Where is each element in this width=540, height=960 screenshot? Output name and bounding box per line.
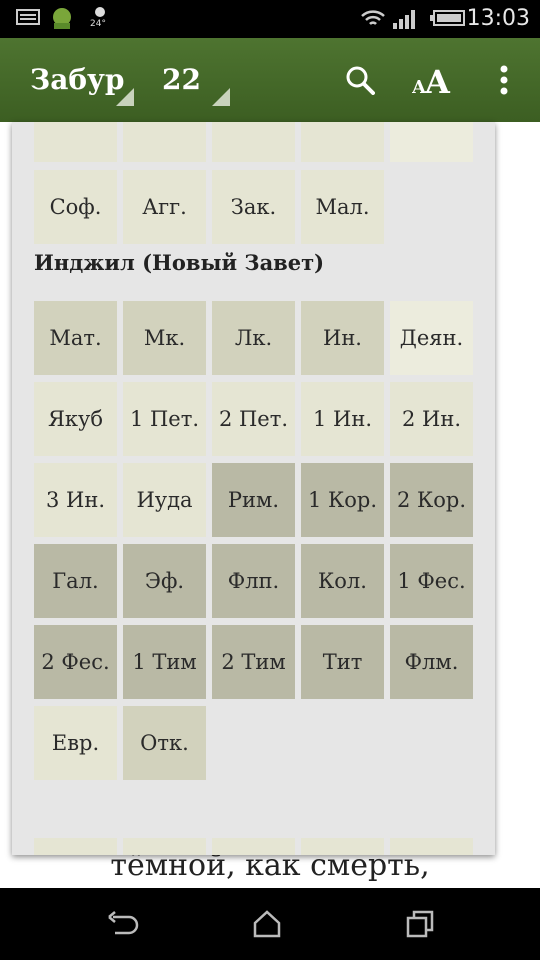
book-cell[interactable]: Агг. bbox=[123, 170, 206, 244]
section-title-new-testament: Инджил (Новый Завет) bbox=[34, 250, 325, 275]
android-icon bbox=[50, 5, 74, 35]
book-cell[interactable]: Отк. bbox=[123, 706, 206, 780]
book-cell[interactable]: Иуда bbox=[123, 463, 206, 537]
home-icon bbox=[253, 910, 281, 938]
book-cell-partial[interactable] bbox=[34, 122, 117, 162]
book-cell[interactable]: Флм. bbox=[390, 625, 473, 699]
spinner-triangle-icon bbox=[116, 88, 134, 106]
book-cell[interactable]: 1 Фес. bbox=[390, 544, 473, 618]
book-cell[interactable]: Евр. bbox=[34, 706, 117, 780]
book-cell-partial[interactable] bbox=[390, 122, 473, 162]
book-cell[interactable]: Зак. bbox=[212, 170, 295, 244]
book-cell[interactable]: Лк. bbox=[212, 301, 295, 375]
overflow-menu-button[interactable] bbox=[474, 38, 534, 122]
recent-apps-button[interactable] bbox=[375, 888, 465, 960]
book-cell[interactable]: Соф. bbox=[34, 170, 117, 244]
book-cell[interactable]: Флп. bbox=[212, 544, 295, 618]
book-cell[interactable]: 2 Тим bbox=[212, 625, 295, 699]
book-cell-partial[interactable] bbox=[301, 122, 384, 162]
navigation-bar bbox=[0, 888, 540, 960]
book-cell[interactable]: Якуб bbox=[34, 382, 117, 456]
book-cell[interactable]: Кол. bbox=[301, 544, 384, 618]
font-size-icon: AA bbox=[412, 63, 451, 97]
book-cell[interactable]: 1 Пет. bbox=[123, 382, 206, 456]
book-cell[interactable]: 1 Ин. bbox=[301, 382, 384, 456]
back-button[interactable] bbox=[77, 888, 167, 960]
chapter-spinner[interactable]: 22 bbox=[162, 38, 230, 122]
search-icon bbox=[346, 66, 375, 95]
search-button[interactable] bbox=[330, 38, 390, 122]
book-cell[interactable]: 2 Фес. bbox=[34, 625, 117, 699]
book-cell[interactable]: Деян. bbox=[390, 301, 473, 375]
book-cell[interactable]: 3 Ин. bbox=[34, 463, 117, 537]
book-cell[interactable]: 2 Пет. bbox=[212, 382, 295, 456]
book-selection-popup: Соф. Агг. Зак. Мал. Инджил (Новый Завет)… bbox=[12, 122, 495, 855]
clock: 13:03 bbox=[466, 6, 530, 31]
spinner-triangle-icon bbox=[212, 88, 230, 106]
book-cell[interactable]: Ин. bbox=[301, 301, 384, 375]
action-bar: Забур 22 AA bbox=[0, 38, 540, 122]
book-cell-partial[interactable] bbox=[390, 838, 473, 855]
book-cell[interactable]: 2 Ин. bbox=[390, 382, 473, 456]
book-cell[interactable]: 1 Кор. bbox=[301, 463, 384, 537]
recent-apps-icon bbox=[406, 910, 434, 938]
book-spinner[interactable]: Забур bbox=[30, 38, 134, 122]
book-cell-partial[interactable] bbox=[212, 838, 295, 855]
overflow-menu-icon bbox=[500, 65, 508, 95]
book-cell-partial[interactable] bbox=[123, 838, 206, 855]
book-cell[interactable]: Мал. bbox=[301, 170, 384, 244]
book-spinner-label: Забур bbox=[30, 63, 125, 96]
book-cell-partial[interactable] bbox=[301, 838, 384, 855]
book-cell[interactable]: Мат. bbox=[34, 301, 117, 375]
book-cell[interactable]: Рим. bbox=[212, 463, 295, 537]
book-cell[interactable]: Эф. bbox=[123, 544, 206, 618]
chapter-spinner-label: 22 bbox=[162, 63, 201, 96]
book-cell[interactable]: 2 Кор. bbox=[390, 463, 473, 537]
back-icon bbox=[108, 911, 139, 935]
book-cell-partial[interactable] bbox=[123, 122, 206, 162]
book-cell-partial[interactable] bbox=[212, 122, 295, 162]
svg-text:A: A bbox=[424, 63, 451, 97]
signal-icon bbox=[392, 8, 418, 34]
font-size-button[interactable]: AA bbox=[402, 38, 462, 122]
keyboard-icon bbox=[16, 8, 40, 30]
book-cell[interactable]: Тит bbox=[301, 625, 384, 699]
wifi-icon bbox=[360, 6, 386, 34]
book-cell[interactable]: Мк. bbox=[123, 301, 206, 375]
home-button[interactable] bbox=[222, 888, 312, 960]
book-cell[interactable]: 1 Тим bbox=[123, 625, 206, 699]
book-cell-partial[interactable] bbox=[34, 838, 117, 855]
status-bar: 24° 13:03 bbox=[0, 0, 540, 38]
temperature-readout: 24° bbox=[90, 19, 106, 29]
book-cell[interactable]: Гал. bbox=[34, 544, 117, 618]
battery-icon bbox=[430, 9, 466, 31]
